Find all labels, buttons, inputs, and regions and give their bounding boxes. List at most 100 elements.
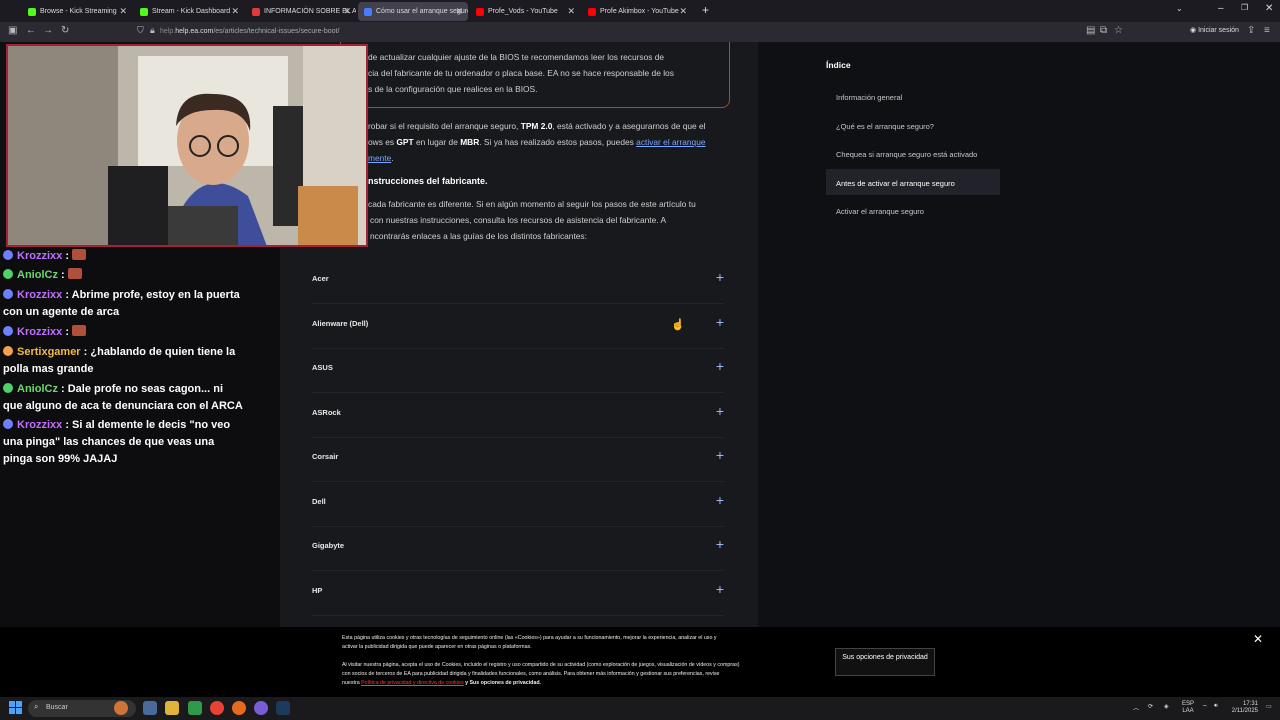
- search-icon: ⌕: [34, 702, 39, 711]
- section-heading: nstrucciones del fabricante.: [368, 176, 488, 186]
- shield-icon[interactable]: ⛉: [137, 25, 144, 36]
- index-item[interactable]: ¿Qué es el arranque seguro?: [826, 112, 1000, 138]
- forward-icon[interactable]: →: [43, 25, 53, 36]
- chat-username[interactable]: Krozzixx: [17, 289, 62, 301]
- bookmark-star-icon[interactable]: ☆: [1114, 25, 1123, 36]
- chat-text: :: [65, 250, 69, 262]
- firefox-icon[interactable]: [232, 701, 246, 715]
- chat-username[interactable]: AniolCz: [17, 383, 58, 395]
- manufacturer-accordion-row[interactable]: Gigabyte +: [312, 527, 724, 571]
- clock[interactable]: 17:31 2/11/2025: [1230, 701, 1258, 715]
- extensions-icon[interactable]: ⇪: [1247, 25, 1255, 36]
- discord-icon[interactable]: [254, 701, 268, 715]
- tray-chevron-icon[interactable]: ︿: [1133, 703, 1139, 712]
- manufacturer-accordion-row[interactable]: ASRock +: [312, 394, 724, 438]
- lock-icon[interactable]: 🔒︎: [150, 25, 155, 36]
- sign-in-label: Iniciar sesión: [1198, 27, 1239, 34]
- privacy-policy-link[interactable]: Política de privacidad y directiva de co…: [361, 680, 463, 686]
- tab-title: INFORMACIÓN SOBRE EL ARRA: [264, 8, 356, 15]
- index-item[interactable]: Chequea si arranque seguro está activado: [826, 140, 1000, 166]
- close-tab-icon[interactable]: ✕: [679, 6, 687, 17]
- manufacturer-accordion-row[interactable]: ASUS +: [312, 349, 724, 393]
- expand-plus-icon[interactable]: +: [716, 403, 724, 419]
- sidebar-icon[interactable]: ▣: [8, 25, 17, 36]
- steam-icon[interactable]: [276, 701, 290, 715]
- tab-title: Stream - Kick Dashboard: [152, 8, 231, 15]
- manufacturer-label: Dell: [312, 496, 326, 506]
- enable-secure-boot-link[interactable]: activar el arranque: [636, 137, 705, 147]
- browser-tab[interactable]: Profe_Vods - YouTube ✕: [470, 2, 580, 21]
- chat-message: Krozzixx : Si al demente le decis "no ve…: [3, 417, 243, 468]
- tab-list-icon[interactable]: ⌄: [1176, 4, 1183, 13]
- manufacturer-accordion-row[interactable]: HP +: [312, 572, 724, 616]
- close-tab-icon[interactable]: ✕: [343, 6, 351, 17]
- chat-username[interactable]: AniolCz: [17, 269, 58, 281]
- chat-badge-icon: [3, 326, 13, 336]
- chat-emote-icon: [72, 325, 87, 336]
- lang-2: LAA: [1182, 708, 1194, 714]
- pip-icon[interactable]: ⧉: [1100, 25, 1107, 36]
- expand-plus-icon[interactable]: +: [716, 314, 724, 330]
- index-item[interactable]: Activar el arranque seguro: [826, 197, 1000, 223]
- manufacturer-label: HP: [312, 585, 323, 595]
- close-tab-icon[interactable]: ✕: [231, 6, 239, 17]
- address-bar[interactable]: help.help.ea.com/es/articles/technical-i…: [160, 25, 1060, 39]
- menu-icon[interactable]: ≡: [1264, 25, 1270, 36]
- restore-button[interactable]: ❐: [1241, 3, 1248, 12]
- tray-network-app-icon[interactable]: ◈: [1164, 703, 1169, 710]
- browser-tab[interactable]: Profe Akimbox - YouTube ✕: [582, 2, 692, 21]
- tab-favicon-icon: [588, 7, 596, 16]
- manufacturer-label: Gigabyte: [312, 541, 345, 550]
- chat-username[interactable]: Sertixgamer: [17, 346, 81, 358]
- notifications-icon[interactable]: ▭: [1266, 703, 1272, 710]
- close-cookie-icon[interactable]: ✕: [1253, 632, 1263, 646]
- chat-message: Krozzixx :: [3, 248, 243, 265]
- chrome-icon[interactable]: [210, 701, 224, 715]
- tab-title: Cómo usar el arranque seguro -: [376, 8, 468, 15]
- manufacturer-accordion-row[interactable]: Dell +: [312, 483, 724, 527]
- chat-username[interactable]: Krozzixx: [17, 326, 62, 338]
- browser-tab[interactable]: Stream - Kick Dashboard ✕: [134, 2, 244, 21]
- reload-icon[interactable]: ↻: [61, 25, 69, 36]
- browser-tab[interactable]: Browse - Kick Streaming ✕: [22, 2, 132, 21]
- expand-plus-icon[interactable]: +: [716, 581, 724, 597]
- language-indicator[interactable]: ESP LAA: [1182, 701, 1194, 715]
- windows-start-icon[interactable]: [9, 701, 22, 714]
- volume-icon[interactable]: 🔊︎: [1214, 703, 1218, 710]
- chat-username[interactable]: Krozzixx: [17, 419, 62, 431]
- file-explorer-icon[interactable]: [165, 701, 179, 715]
- privacy-options-button[interactable]: Sus opciones de privacidad: [835, 648, 935, 676]
- close-tab-icon[interactable]: ✕: [567, 6, 575, 17]
- expand-plus-icon[interactable]: +: [716, 536, 724, 552]
- expand-plus-icon[interactable]: +: [716, 358, 724, 374]
- browser-tab[interactable]: INFORMACIÓN SOBRE EL ARRA✕: [246, 2, 356, 21]
- wifi-icon[interactable]: ⌔: [1202, 703, 1208, 711]
- browser-tab[interactable]: Cómo usar el arranque seguro - ✕: [358, 2, 468, 21]
- index-item[interactable]: Información general: [826, 83, 1000, 109]
- task-view-icon[interactable]: [143, 701, 157, 715]
- index-item[interactable]: Antes de activar el arranque seguro: [826, 168, 1000, 195]
- manufacturer-accordion-row[interactable]: Alienware (Dell) +: [312, 305, 724, 349]
- new-tab-button[interactable]: +: [702, 3, 709, 17]
- widget-icon[interactable]: [114, 701, 128, 715]
- close-tab-icon[interactable]: ✕: [119, 6, 127, 17]
- chat-username[interactable]: Krozzixx: [17, 250, 62, 262]
- back-icon[interactable]: ←: [26, 25, 36, 36]
- paragraph-line-3: mente.: [368, 153, 394, 163]
- close-tab-icon[interactable]: ✕: [455, 6, 463, 17]
- tab-favicon-icon: [476, 7, 484, 16]
- minimize-button[interactable]: –: [1218, 3, 1224, 14]
- expand-plus-icon[interactable]: +: [716, 447, 724, 463]
- sign-in-button[interactable]: ◉ Iniciar sesión: [1190, 26, 1239, 34]
- cookie-text-1: Esta página utiliza cookies y otras tecn…: [342, 635, 717, 641]
- xbox-icon[interactable]: [188, 701, 202, 715]
- close-window-button[interactable]: ✕: [1265, 3, 1273, 14]
- expand-plus-icon[interactable]: +: [716, 269, 724, 285]
- manufacturer-accordion-row[interactable]: Acer +: [312, 260, 724, 304]
- warning-line-1: de actualizar cualquier ajuste de la BIO…: [368, 52, 665, 62]
- reader-icon[interactable]: ▤: [1086, 25, 1095, 36]
- enable-secure-boot-link-cont[interactable]: mente: [368, 153, 391, 163]
- tray-app-icon[interactable]: ⟳: [1148, 703, 1153, 710]
- manufacturer-accordion-row[interactable]: Corsair +: [312, 438, 724, 482]
- expand-plus-icon[interactable]: +: [716, 492, 724, 508]
